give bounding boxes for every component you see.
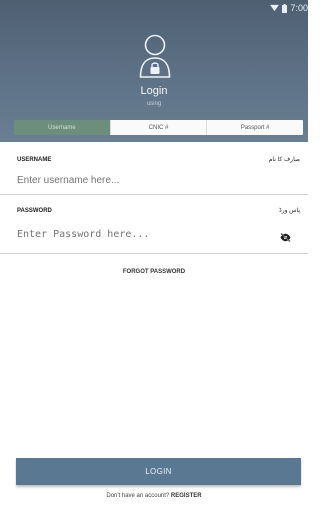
password-divider (0, 253, 308, 254)
login-method-tabs: Username CNIC # Passport # (14, 120, 303, 135)
login-button[interactable]: LOGIN (16, 458, 301, 485)
tab-passport[interactable]: Passport # (206, 120, 303, 135)
password-input[interactable] (17, 227, 267, 241)
tab-cnic[interactable]: CNIC # (109, 120, 207, 135)
username-field-group: USERNAME صارف کا نام (0, 142, 308, 194)
username-label-urdu: صارف کا نام (268, 157, 300, 163)
username-label: USERNAME (17, 157, 52, 163)
forgot-password-link[interactable]: FORGOT PASSWORD (0, 269, 308, 275)
password-label: PASSWORD (17, 208, 52, 214)
register-link[interactable]: REGISTER (171, 493, 202, 499)
eye-off-icon[interactable] (280, 233, 291, 242)
status-time: 7:00 (290, 3, 308, 13)
login-header: 7:00 Login using Username CNIC # Passpor… (0, 0, 308, 142)
status-bar: 7:00 (270, 0, 308, 16)
login-title: Login (140, 85, 168, 97)
login-subtitle: using (146, 101, 162, 107)
register-prompt: Don't have an account? (106, 493, 170, 499)
username-input[interactable] (17, 173, 287, 187)
password-label-urdu: پاس ورڈ (279, 208, 300, 214)
user-lock-icon (139, 34, 171, 78)
password-field-group: PASSWORD پاس ورڈ (0, 195, 308, 253)
register-row: Don't have an account? REGISTER (0, 493, 308, 499)
wifi-icon (270, 4, 280, 12)
tab-username[interactable]: Username (14, 120, 110, 135)
battery-icon (282, 3, 288, 13)
